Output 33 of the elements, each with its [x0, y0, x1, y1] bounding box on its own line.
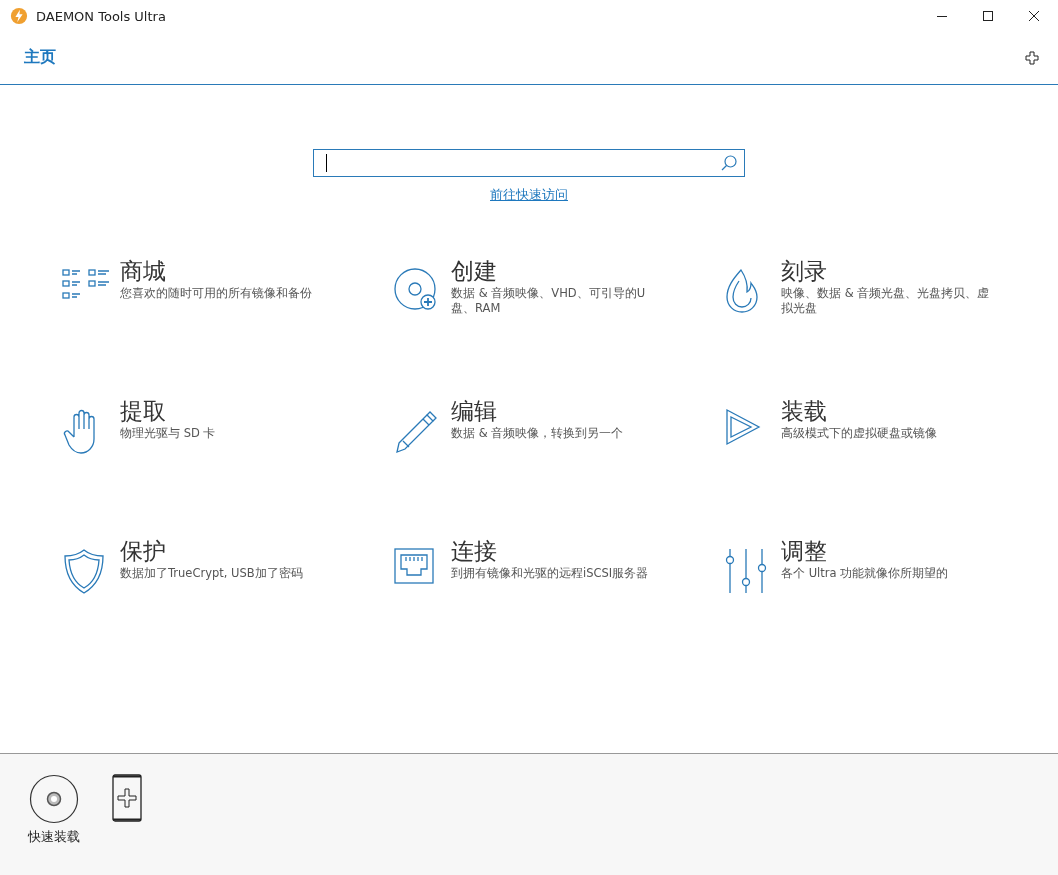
network-port-icon[interactable] [393, 547, 435, 585]
tile-description: 物理光驱与 SD 卡 [120, 426, 216, 441]
tile-title[interactable]: 保护 [120, 536, 166, 566]
shield-icon[interactable] [62, 547, 106, 595]
close-icon[interactable] [1028, 10, 1040, 22]
quick-access-link[interactable]: 前往快速访问 [490, 186, 568, 204]
add-tab-icon[interactable] [1025, 51, 1039, 65]
tab[interactable]: 主页 [16, 42, 64, 72]
tile-description: 各个 Ultra 功能就像你所期望的 [781, 566, 949, 581]
tile-title[interactable]: 商城 [120, 256, 166, 286]
tile-description: 您喜欢的随时可用的所有镜像和备份 [120, 286, 312, 301]
tile-description: 数据加了TrueCrypt, USB加了密码 [120, 566, 303, 581]
tile-description: 数据 & 音频映像，转换到另一个 [451, 426, 624, 441]
tile-title[interactable]: 装载 [781, 396, 827, 426]
search-field[interactable] [313, 149, 745, 177]
window-title: DAEMON Tools Ultra [36, 8, 166, 24]
tile-description: 到拥有镜像和光驱的远程iSCSI服务器 [451, 566, 649, 581]
sliders-icon[interactable] [723, 547, 769, 595]
tile-title[interactable]: 编辑 [451, 396, 497, 426]
tile-description: 数据 & 音频映像、VHD、可引导的U盘、RAM [451, 286, 647, 316]
disc-icon[interactable] [29, 774, 79, 824]
tile-description: 高级模式下的虚拟硬盘或镜像 [781, 426, 937, 441]
tile-title[interactable]: 刻录 [781, 256, 827, 286]
tile-description: 映像、数据 & 音频光盘、光盘拷贝、虚拟光盘 [781, 286, 991, 316]
tile-title[interactable]: 调整 [781, 536, 827, 566]
maximize-icon[interactable] [982, 10, 994, 22]
tile-title[interactable]: 连接 [451, 536, 497, 566]
add-device-icon[interactable] [112, 774, 142, 822]
tile-title[interactable]: 创建 [451, 256, 497, 286]
dock-label: 快速装载 [28, 828, 80, 846]
app-logo-icon [10, 7, 28, 25]
tile-title[interactable]: 提取 [120, 396, 166, 426]
search-icon [720, 154, 738, 172]
